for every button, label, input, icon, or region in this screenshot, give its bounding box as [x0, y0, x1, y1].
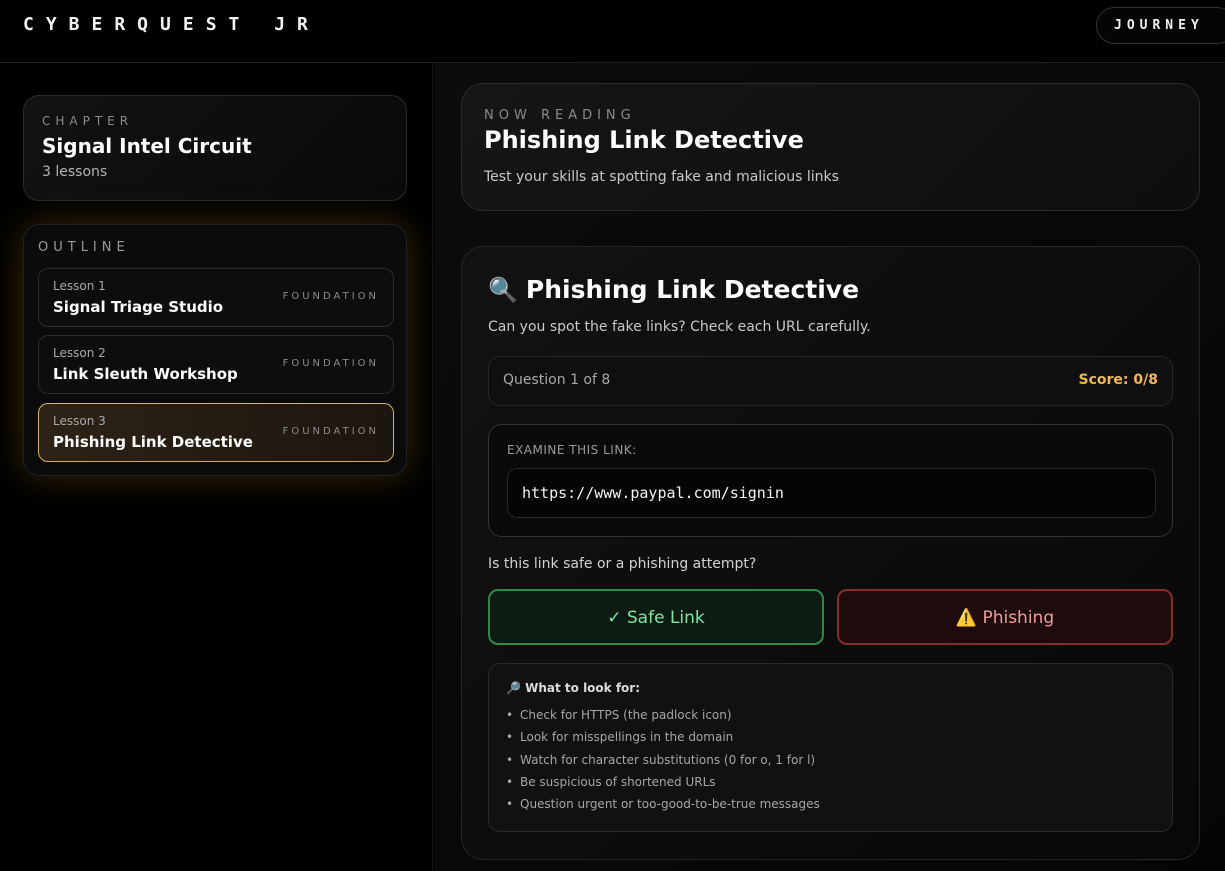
lesson-title: Link Sleuth Workshop	[53, 365, 238, 383]
lesson-tag: FOUNDATION	[282, 358, 379, 369]
lesson-item-3[interactable]: Lesson 3 Phishing Link Detective FOUNDAT…	[38, 403, 394, 462]
tips-box: 🔎 What to look for: Check for HTTPS (the…	[488, 663, 1173, 832]
chapter-lesson-count: 3 lessons	[42, 164, 108, 180]
main-content: NOW READING Phishing Link Detective Test…	[434, 63, 1225, 871]
quiz-card: 🔍 Phishing Link Detective Can you spot th…	[461, 246, 1200, 860]
chapter-label: CHAPTER	[42, 114, 134, 128]
tip-item: Check for HTTPS (the padlock icon)	[506, 708, 820, 730]
tip-item: Look for misspellings in the domain	[506, 730, 820, 752]
brand-logo-text[interactable]: CYBERQUEST JR	[23, 14, 320, 35]
lesson-number: Lesson 2	[53, 346, 106, 360]
journey-button[interactable]: JOURNEY	[1096, 7, 1225, 44]
question-text: Is this link safe or a phishing attempt?	[488, 556, 757, 572]
tips-list: Check for HTTPS (the padlock icon) Look …	[506, 708, 820, 819]
url-display: https://www.paypal.com/signin	[507, 468, 1156, 518]
tip-item: Be suspicious of shortened URLs	[506, 775, 820, 797]
now-reading-label: NOW READING	[484, 108, 636, 123]
quiz-title: 🔍 Phishing Link Detective	[488, 275, 859, 304]
lesson-tag: FOUNDATION	[282, 291, 379, 302]
question-counter: Question 1 of 8	[503, 372, 611, 388]
chapter-title: Signal Intel Circuit	[42, 134, 252, 158]
phishing-button[interactable]: ⚠️ Phishing	[837, 589, 1173, 645]
lesson-item-2[interactable]: Lesson 2 Link Sleuth Workshop FOUNDATION	[38, 335, 394, 394]
safe-link-button[interactable]: ✓ Safe Link	[488, 589, 824, 645]
top-bar: CYBERQUEST JR JOURNEY	[0, 0, 1225, 63]
examine-label: EXAMINE THIS LINK:	[507, 443, 637, 457]
tips-title: 🔎 What to look for:	[506, 681, 641, 695]
lesson-title: Signal Triage Studio	[53, 298, 224, 316]
page-subtitle: Test your skills at spotting fake and ma…	[484, 169, 839, 185]
now-reading-card: NOW READING Phishing Link Detective Test…	[461, 83, 1200, 211]
tip-item: Watch for character substitutions (0 for…	[506, 753, 820, 775]
lesson-number: Lesson 1	[53, 279, 106, 293]
lesson-title: Phishing Link Detective	[53, 433, 253, 451]
quiz-title-text: Phishing Link Detective	[525, 275, 860, 304]
quiz-subtitle: Can you spot the fake links? Check each …	[488, 319, 871, 335]
lesson-item-1[interactable]: Lesson 1 Signal Triage Studio FOUNDATION	[38, 268, 394, 327]
tip-item: Question urgent or too-good-to-be-true m…	[506, 797, 820, 819]
outline-card: OUTLINE Lesson 1 Signal Triage Studio FO…	[23, 224, 407, 476]
sidebar: CHAPTER Signal Intel Circuit 3 lessons O…	[0, 63, 433, 871]
magnifier-icon: 🔍	[488, 276, 518, 304]
score-badge: Score: 0/8	[1078, 372, 1158, 388]
lesson-number: Lesson 3	[53, 414, 106, 428]
outline-label: OUTLINE	[38, 240, 130, 255]
chapter-card: CHAPTER Signal Intel Circuit 3 lessons	[23, 95, 407, 201]
page-title: Phishing Link Detective	[484, 126, 804, 154]
examine-link-box: EXAMINE THIS LINK: https://www.paypal.co…	[488, 424, 1173, 537]
lesson-tag: FOUNDATION	[282, 426, 379, 437]
quiz-progress-bar: Question 1 of 8 Score: 0/8	[488, 356, 1173, 406]
